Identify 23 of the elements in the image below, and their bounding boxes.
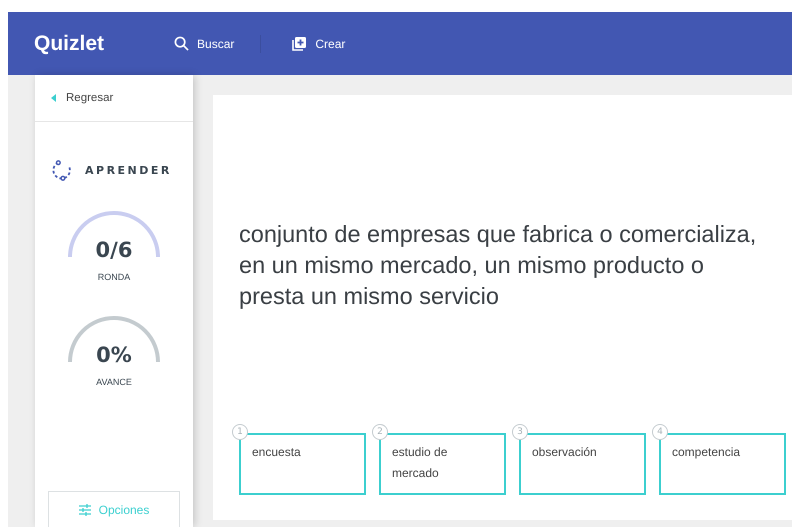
back-link[interactable]: Regresar [51, 92, 114, 104]
meter-value: 0/6 [96, 238, 132, 262]
logo[interactable]: Quizlet [34, 32, 104, 56]
meter-label: RONDA [98, 272, 130, 282]
search-link[interactable]: Buscar [174, 36, 234, 51]
option-number: 2 [372, 424, 388, 440]
answer-option[interactable]: estudio de mercado [379, 433, 506, 495]
loop-icon [51, 159, 73, 181]
answer-option[interactable]: observación [519, 433, 646, 495]
back-caret-icon [51, 94, 56, 102]
option-number: 1 [232, 424, 248, 440]
question-text: conjunto de empresas que fabrica o comercializa, en un mismo mercado, un mismo producto o presta un mismo servicio [239, 220, 758, 311]
meter-value: 0% [96, 343, 132, 367]
search-icon [174, 36, 190, 51]
create-link[interactable]: Crear [291, 36, 346, 52]
mode-title: APRENDER [85, 164, 172, 176]
add-cards-icon [291, 36, 308, 52]
meter-label: AVANCE [96, 377, 132, 387]
option-number: 3 [512, 424, 528, 440]
answer-option[interactable]: competencia [659, 433, 786, 495]
answer-option[interactable]: encuesta [239, 433, 366, 495]
sliders-icon [78, 504, 91, 516]
option-number: 4 [652, 424, 668, 440]
